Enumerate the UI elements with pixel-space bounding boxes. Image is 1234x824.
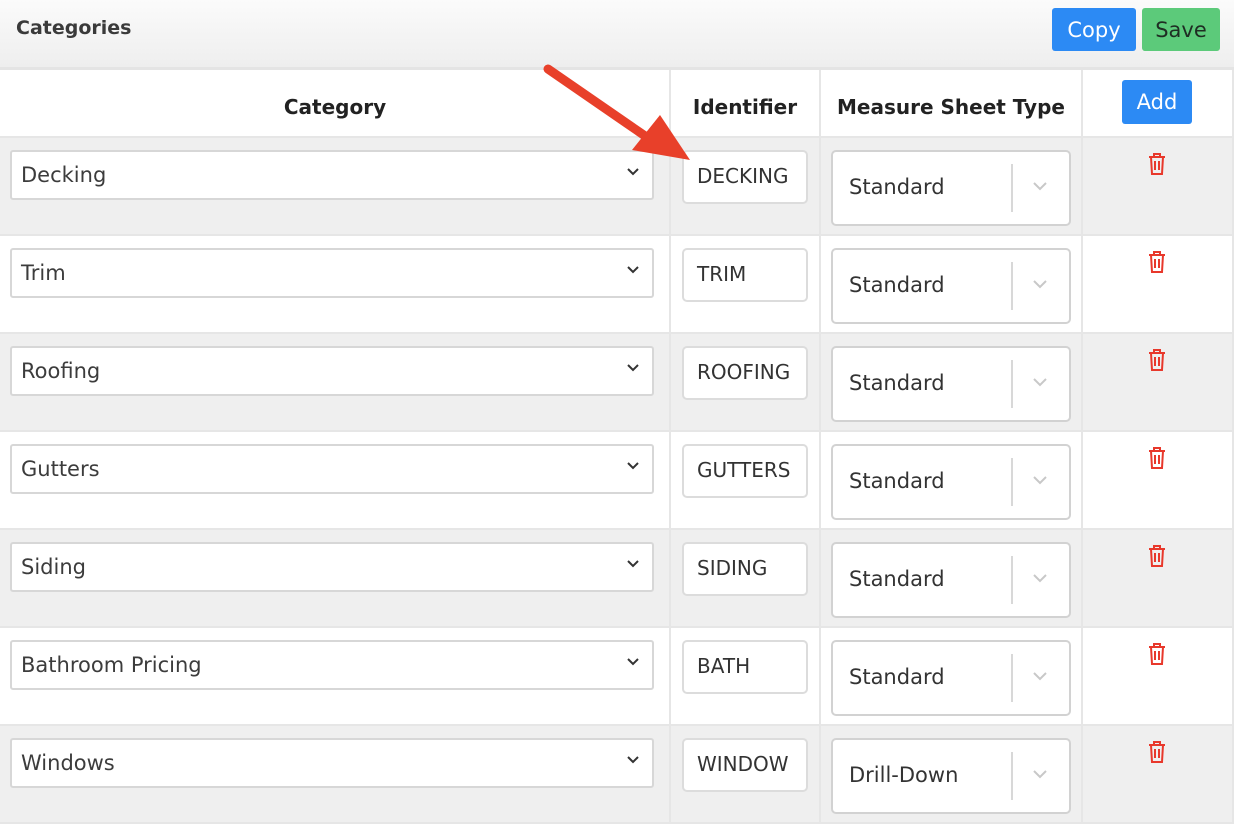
chevron-down-icon <box>1033 378 1047 387</box>
category-select-value: Roofing <box>21 359 101 383</box>
chevron-down-icon <box>1033 672 1047 681</box>
trash-icon[interactable] <box>1146 740 1168 764</box>
chevron-down-icon <box>627 266 639 274</box>
measure-sheet-type-select[interactable]: Standard <box>831 346 1071 422</box>
add-button[interactable]: Add <box>1122 80 1192 124</box>
identifier-input[interactable]: SIDING <box>682 542 808 596</box>
measure-sheet-type-select[interactable]: Standard <box>831 248 1071 324</box>
category-select-value: Trim <box>21 261 66 285</box>
category-select-value: Siding <box>21 555 86 579</box>
measure-sheet-type-select[interactable]: Standard <box>831 542 1071 618</box>
trash-icon[interactable] <box>1146 348 1168 372</box>
column-header-identifier: Identifier <box>692 95 798 119</box>
table-row: Roofing ROOFING Standard <box>0 334 1234 432</box>
category-select[interactable]: Siding <box>10 542 654 592</box>
identifier-value: BATH <box>697 654 751 678</box>
table-row: Bathroom Pricing BATH Standard <box>0 628 1234 726</box>
measure-sheet-type-select[interactable]: Standard <box>831 150 1071 226</box>
chevron-down-icon <box>1033 280 1047 289</box>
select-separator <box>1011 458 1013 506</box>
select-separator <box>1011 654 1013 702</box>
measure-sheet-type-value: Standard <box>849 665 945 689</box>
trash-icon[interactable] <box>1146 152 1168 176</box>
table-row: Decking DECKING Standard <box>0 138 1234 236</box>
chevron-down-icon <box>627 658 639 666</box>
select-separator <box>1011 360 1013 408</box>
category-select[interactable]: Decking <box>10 150 654 200</box>
measure-sheet-type-select[interactable]: Standard <box>831 640 1071 716</box>
chevron-down-icon <box>627 462 639 470</box>
table-header-row: Category Identifier Measure Sheet Type <box>0 70 1234 138</box>
table-row: Trim TRIM Standard <box>0 236 1234 334</box>
trash-icon[interactable] <box>1146 642 1168 666</box>
identifier-value: DECKING <box>697 164 789 188</box>
chevron-down-icon <box>1033 182 1047 191</box>
measure-sheet-type-value: Drill-Down <box>849 763 959 787</box>
chevron-down-icon <box>627 168 639 176</box>
column-divider <box>669 70 671 824</box>
header-bar: Categories Copy Save <box>0 0 1234 70</box>
identifier-input[interactable]: GUTTERS <box>682 444 808 498</box>
category-select[interactable]: Trim <box>10 248 654 298</box>
category-select[interactable]: Bathroom Pricing <box>10 640 654 690</box>
trash-icon[interactable] <box>1146 250 1168 274</box>
chevron-down-icon <box>1033 574 1047 583</box>
select-separator <box>1011 556 1013 604</box>
select-separator <box>1011 262 1013 310</box>
column-header-category: Category <box>283 95 387 119</box>
chevron-down-icon <box>627 364 639 372</box>
category-select-value: Windows <box>21 751 115 775</box>
copy-button[interactable]: Copy <box>1052 8 1136 51</box>
column-header-measure-sheet-type: Measure Sheet Type <box>837 95 1065 119</box>
chevron-down-icon <box>1033 770 1047 779</box>
page-title: Categories <box>16 17 132 39</box>
measure-sheet-type-value: Standard <box>849 567 945 591</box>
trash-icon[interactable] <box>1146 544 1168 568</box>
chevron-down-icon <box>627 756 639 764</box>
column-divider <box>819 70 821 824</box>
save-button[interactable]: Save <box>1142 8 1220 51</box>
identifier-input[interactable]: BATH <box>682 640 808 694</box>
chevron-down-icon <box>627 560 639 568</box>
identifier-value: TRIM <box>697 262 747 286</box>
measure-sheet-type-select[interactable]: Drill-Down <box>831 738 1071 814</box>
category-select-value: Bathroom Pricing <box>21 653 202 677</box>
category-select[interactable]: Gutters <box>10 444 654 494</box>
category-select[interactable]: Windows <box>10 738 654 788</box>
identifier-value: WINDOW <box>697 752 789 776</box>
select-separator <box>1011 752 1013 800</box>
measure-sheet-type-value: Standard <box>849 175 945 199</box>
table-row: Siding SIDING Standard <box>0 530 1234 628</box>
identifier-input[interactable]: DECKING <box>682 150 808 204</box>
select-separator <box>1011 164 1013 212</box>
category-select-value: Gutters <box>21 457 100 481</box>
measure-sheet-type-value: Standard <box>849 273 945 297</box>
identifier-input[interactable]: ROOFING <box>682 346 808 400</box>
table-row: Gutters GUTTERS Standard <box>0 432 1234 530</box>
measure-sheet-type-value: Standard <box>849 371 945 395</box>
measure-sheet-type-select[interactable]: Standard <box>831 444 1071 520</box>
column-divider <box>1081 70 1083 824</box>
measure-sheet-type-value: Standard <box>849 469 945 493</box>
identifier-input[interactable]: TRIM <box>682 248 808 302</box>
identifier-input[interactable]: WINDOW <box>682 738 808 792</box>
table-row: Windows WINDOW Drill-Down <box>0 726 1234 824</box>
identifier-value: GUTTERS <box>697 458 791 482</box>
identifier-value: ROOFING <box>697 360 791 384</box>
categories-table: Decking DECKING Standard Trim TRIM Stand… <box>0 70 1234 824</box>
category-select-value: Decking <box>21 163 107 187</box>
chevron-down-icon <box>1033 476 1047 485</box>
trash-icon[interactable] <box>1146 446 1168 470</box>
category-select[interactable]: Roofing <box>10 346 654 396</box>
identifier-value: SIDING <box>697 556 768 580</box>
